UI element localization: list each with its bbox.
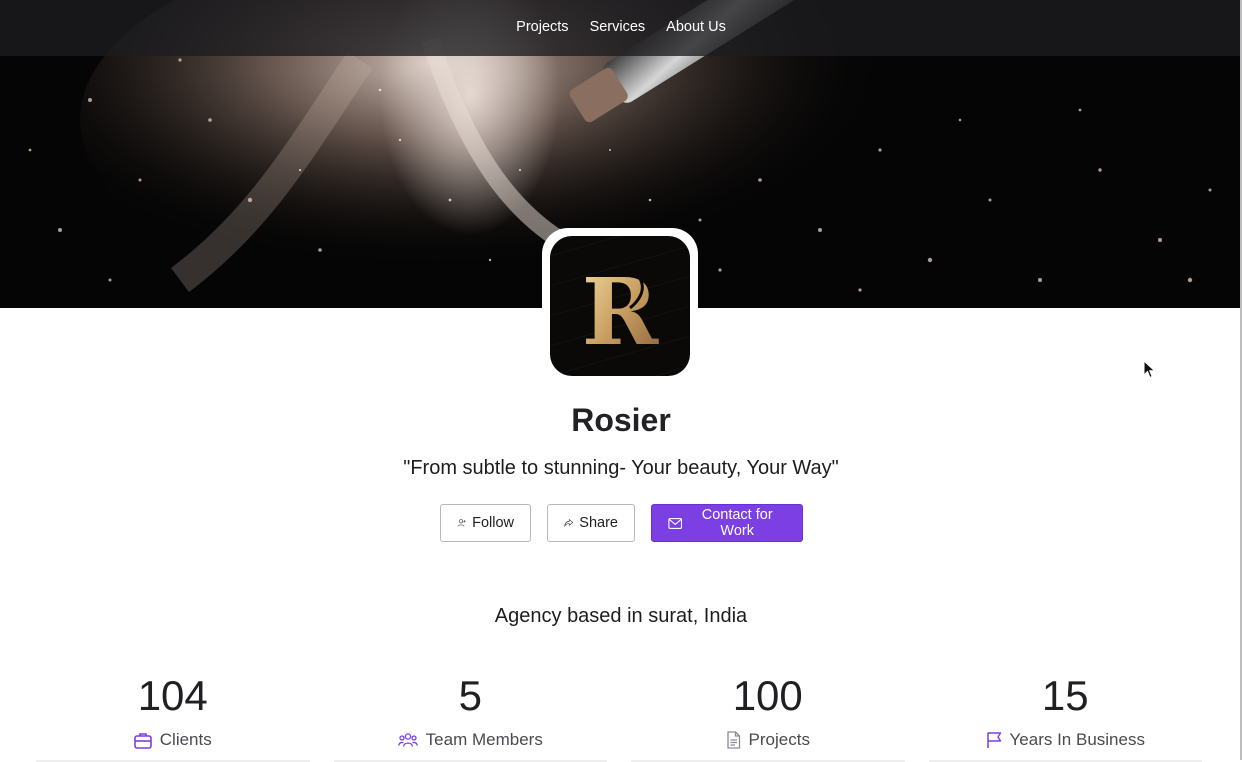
stat-label: Clients [159, 730, 212, 749]
rosier-logo-icon: R [550, 236, 690, 376]
agency-location: Agency based in surat, India [494, 605, 748, 627]
stat-label: Years In Business [1009, 730, 1145, 749]
stat-value: 5 [458, 672, 482, 719]
stat-years-in-business: 15 Years In Business [917, 672, 1215, 762]
follow-label: Follow [472, 515, 514, 531]
stat-label: Team Members [425, 730, 543, 749]
share-arrow-icon [564, 519, 574, 527]
user-plus-icon [457, 519, 466, 527]
mail-icon [668, 517, 683, 529]
stat-team-members: 5 Team Members [322, 672, 620, 762]
document-icon [726, 731, 740, 749]
logo-letter: R [582, 258, 659, 366]
briefcase-icon [133, 732, 152, 749]
contact-label: Contact for Work [701, 507, 773, 539]
share-button[interactable]: Share [547, 504, 635, 542]
stat-value: 15 [1041, 672, 1089, 719]
follow-button[interactable]: Follow [440, 504, 531, 542]
stat-clients: 104 Clients [24, 672, 322, 762]
profile-tagline: "From subtle to stunning- Your beauty, Y… [403, 457, 839, 479]
nav-link-services[interactable]: Services [590, 19, 646, 37]
stats-row: 104 Clients 5 Team Members 100 Projects … [24, 672, 1214, 762]
mouse-cursor-icon [1143, 360, 1156, 379]
share-label: Share [579, 515, 618, 531]
stat-value: 104 [137, 672, 208, 719]
flag-icon [986, 732, 1001, 748]
stat-value: 100 [732, 672, 803, 719]
brand-logo-frame: R [542, 228, 698, 384]
profile-name: Rosier [571, 402, 671, 438]
users-icon [397, 733, 418, 747]
contact-for-work-button[interactable]: Contact for Work [651, 504, 803, 542]
top-navigation: Projects Services About Us [0, 0, 1242, 56]
profile-actions: Follow Share Contact for Work [440, 504, 803, 542]
nav-link-about-us[interactable]: About Us [666, 19, 726, 37]
nav-link-projects[interactable]: Projects [516, 19, 568, 37]
stat-label: Projects [748, 730, 810, 749]
stat-projects: 100 Projects [619, 672, 917, 762]
brand-logo: R [550, 236, 690, 376]
